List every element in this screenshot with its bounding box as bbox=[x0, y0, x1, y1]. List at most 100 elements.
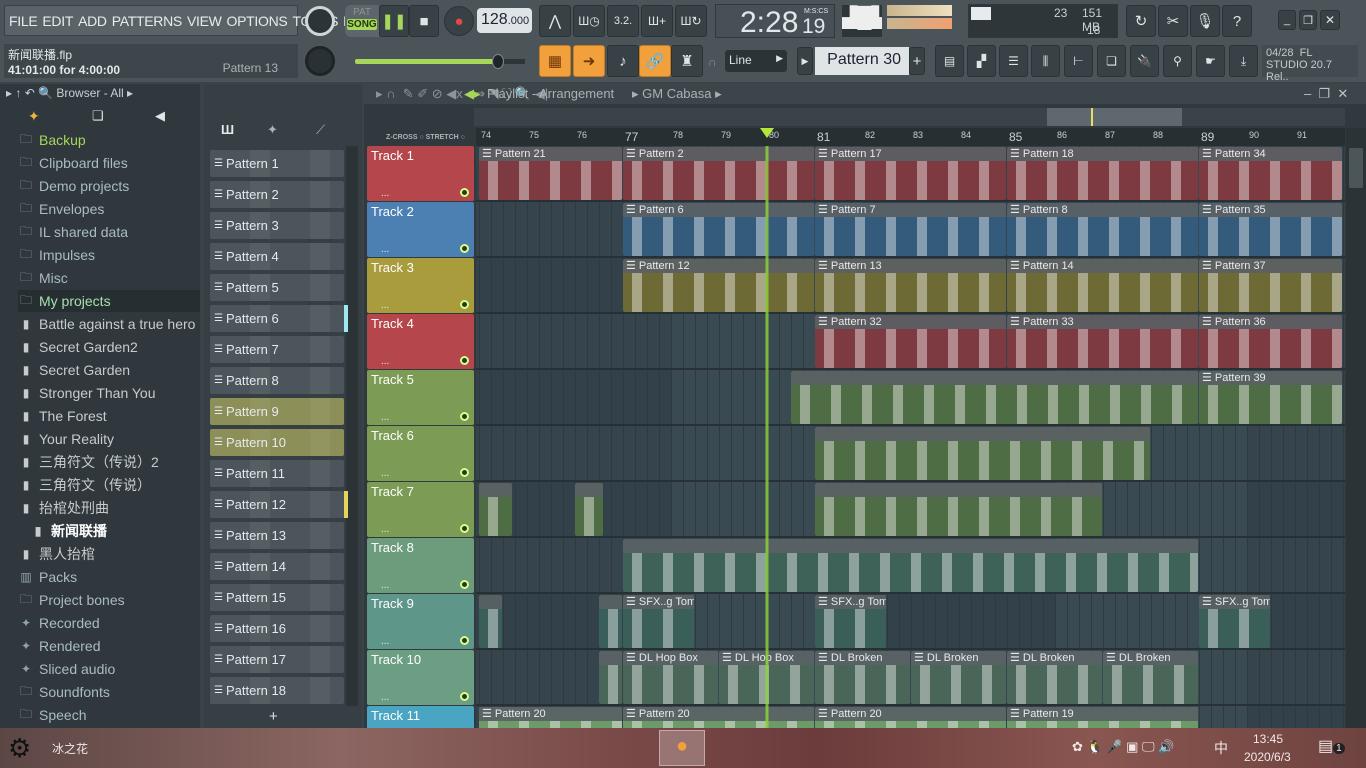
pattern-selector[interactable]: Pattern 30 bbox=[815, 47, 909, 75]
track-header[interactable]: Track 10... bbox=[367, 650, 474, 705]
add-pattern-plus[interactable]: + bbox=[269, 708, 278, 725]
browser-item[interactable]: ▮ Your Reality bbox=[18, 428, 200, 450]
browser-files-icon[interactable]: ❏ bbox=[1097, 45, 1126, 77]
notification-icon[interactable]: ▤ 1 bbox=[1318, 736, 1345, 756]
record-button[interactable]: ● bbox=[444, 6, 474, 36]
pattern-item[interactable]: ☰ Pattern 11 bbox=[210, 460, 344, 487]
menu-view[interactable]: VIEW bbox=[187, 13, 222, 29]
browser-files-icon[interactable]: ❏ bbox=[92, 108, 104, 124]
pattern-selector-arrow[interactable]: ▶ bbox=[797, 47, 813, 75]
playlist-clip[interactable]: ☰ SFX..g Tom bbox=[623, 595, 694, 648]
playlist-clip[interactable]: ☰ Pattern 39 bbox=[1199, 371, 1342, 424]
countdown-icon[interactable]: 3.2. bbox=[607, 5, 639, 37]
tempo-field[interactable]: 128.000 bbox=[477, 8, 532, 33]
pattern-item[interactable]: ☰ Pattern 4 bbox=[210, 243, 344, 270]
browser-item[interactable]: ✦ Rendered bbox=[18, 635, 200, 657]
pattern-item[interactable]: ☰ Pattern 16 bbox=[210, 615, 344, 642]
download-icon[interactable]: ⤓ bbox=[1229, 45, 1258, 77]
pattern-item[interactable]: ☰ Pattern 15 bbox=[210, 584, 344, 611]
playlist-clip[interactable]: ☰ Pattern 35 bbox=[1199, 203, 1342, 256]
browser-item[interactable]: ✦ Sliced audio bbox=[18, 658, 200, 680]
time-display[interactable]: 2:28 19 M:S:CS bbox=[715, 4, 835, 39]
track-enable-toggle[interactable] bbox=[460, 300, 469, 309]
playlist-clip[interactable]: ☰ Pattern 6 bbox=[623, 203, 814, 256]
pattern-item[interactable]: ☰ Pattern 2 bbox=[210, 181, 344, 208]
picker-scrollbar[interactable] bbox=[346, 146, 358, 706]
clock-date[interactable]: 2020/6/3 bbox=[1244, 750, 1291, 764]
snap-select[interactable]: Line ▶ bbox=[725, 50, 787, 72]
track-menu-icon[interactable]: ... bbox=[381, 636, 389, 647]
maximize-button[interactable]: ❐ bbox=[1299, 10, 1317, 30]
song-mode[interactable]: SONG bbox=[347, 19, 377, 30]
playlist-clip[interactable]: ☰ DL Broken bbox=[1007, 651, 1102, 704]
browser-item[interactable]: ▥ Packs bbox=[18, 566, 200, 588]
playlist-clip[interactable]: ☰ SFX..g Tom bbox=[815, 595, 886, 648]
playlist-clip[interactable]: ☰ Pattern 34 bbox=[1199, 147, 1342, 200]
browser-all-icon[interactable]: ✦ bbox=[28, 108, 40, 125]
playlist-clip[interactable]: ☰ Pattern 18 bbox=[1007, 147, 1198, 200]
touch-controller-icon[interactable]: ☛ bbox=[1196, 45, 1225, 77]
mixer-icon[interactable]: ⫼ bbox=[1031, 45, 1060, 77]
playlist-clip[interactable]: ☰ Pattern 33 bbox=[1007, 315, 1198, 368]
overview-scrollbar[interactable] bbox=[474, 108, 1345, 126]
playlist-clip[interactable]: ☰ Pattern 8 bbox=[1007, 203, 1198, 256]
master-pitch-slider-handle[interactable] bbox=[492, 54, 504, 69]
playlist-icon[interactable]: ▤ bbox=[935, 45, 964, 77]
track-enable-toggle[interactable] bbox=[460, 412, 469, 421]
playlist-clip[interactable]: ☰ Pattern 14 bbox=[1007, 259, 1198, 312]
track-menu-icon[interactable]: ... bbox=[381, 188, 389, 199]
menu-file[interactable]: FILE bbox=[9, 13, 38, 29]
master-pitch-knob[interactable] bbox=[305, 46, 335, 76]
playlist-clip[interactable] bbox=[815, 483, 1102, 536]
track-enable-toggle[interactable] bbox=[460, 692, 469, 701]
pattern-item[interactable]: ☰ Pattern 7 bbox=[210, 336, 344, 363]
microphone-icon[interactable]: 🎙 bbox=[1190, 5, 1220, 37]
playlist-clip[interactable]: ☰ Pattern 7 bbox=[815, 203, 1006, 256]
window-controls[interactable]: – ❐ ✕ bbox=[1304, 86, 1348, 102]
clock-time[interactable]: 13:45 bbox=[1253, 732, 1283, 746]
metronome-icon[interactable]: ⋀ bbox=[539, 5, 571, 37]
stretch-toggle[interactable]: STRETCH bbox=[426, 134, 459, 141]
channel-rack-icon[interactable]: ☰ bbox=[999, 45, 1028, 77]
browser-item[interactable]: 🗀 IL shared data bbox=[18, 221, 200, 243]
track-enable-toggle[interactable] bbox=[460, 356, 469, 365]
playlist-clip[interactable]: ☰ Pattern 36 bbox=[1199, 315, 1342, 368]
menu-add[interactable]: ADD bbox=[78, 13, 107, 29]
browser-item[interactable]: 🗀 Soundfonts bbox=[18, 681, 200, 703]
pattern-item[interactable]: ☰ Pattern 17 bbox=[210, 646, 344, 673]
playlist-clip[interactable]: ☰ Pattern 21 bbox=[479, 147, 622, 200]
vertical-scrollbar[interactable] bbox=[1346, 128, 1366, 728]
playlist-clip[interactable] bbox=[479, 595, 502, 648]
browser-item[interactable]: ✦ Recorded bbox=[18, 612, 200, 634]
pattern-item[interactable]: ☰ Pattern 9 bbox=[210, 398, 344, 425]
playlist-clip[interactable]: ☰ SFX..g Tom bbox=[1199, 595, 1270, 648]
overview-viewport[interactable] bbox=[1047, 108, 1182, 126]
track-enable-toggle[interactable] bbox=[460, 636, 469, 645]
track-header[interactable]: Track 2... bbox=[367, 202, 474, 257]
track-enable-toggle[interactable] bbox=[460, 188, 469, 197]
track-header[interactable]: Track 7... bbox=[367, 482, 474, 537]
browser-item[interactable]: ▮ 黑人抬棺 bbox=[18, 543, 200, 565]
tempo-tapper-icon[interactable]: ⚲ bbox=[1163, 45, 1192, 77]
multilink-icon[interactable]: ♜ bbox=[671, 45, 703, 77]
piano-roll-icon[interactable]: ▞ bbox=[967, 45, 996, 77]
add-pattern-button[interactable]: + bbox=[909, 47, 925, 75]
browser-item[interactable]: 🗀 My projects bbox=[18, 290, 200, 312]
browser-item[interactable]: 🗀 Demo projects bbox=[18, 175, 200, 197]
track-header[interactable]: Track 8... bbox=[367, 538, 474, 593]
playhead-marker[interactable] bbox=[760, 128, 774, 138]
track-menu-icon[interactable]: ... bbox=[381, 580, 389, 591]
pattern-item[interactable]: ☰ Pattern 1 bbox=[210, 150, 344, 177]
browser-item[interactable]: ▮ The Forest bbox=[18, 405, 200, 427]
pat-song-toggle[interactable]: PAT SONG bbox=[345, 5, 379, 37]
browser-item[interactable]: 🗀 Misc bbox=[18, 267, 200, 289]
track-header[interactable]: Track 6... bbox=[367, 426, 474, 481]
pattern-item[interactable]: ☰ Pattern 13 bbox=[210, 522, 344, 549]
browser-item[interactable]: ▮ Stronger Than You bbox=[18, 382, 200, 404]
playlist-clip[interactable]: ☰ Pattern 13 bbox=[815, 259, 1006, 312]
undo-history-icon[interactable]: ↻ bbox=[1126, 5, 1156, 37]
browser-item[interactable]: 🗀 Envelopes bbox=[18, 198, 200, 220]
playlist-clip[interactable] bbox=[575, 483, 603, 536]
track-menu-icon[interactable]: ... bbox=[381, 300, 389, 311]
step-edit-icon[interactable]: Ш+ bbox=[641, 5, 673, 37]
